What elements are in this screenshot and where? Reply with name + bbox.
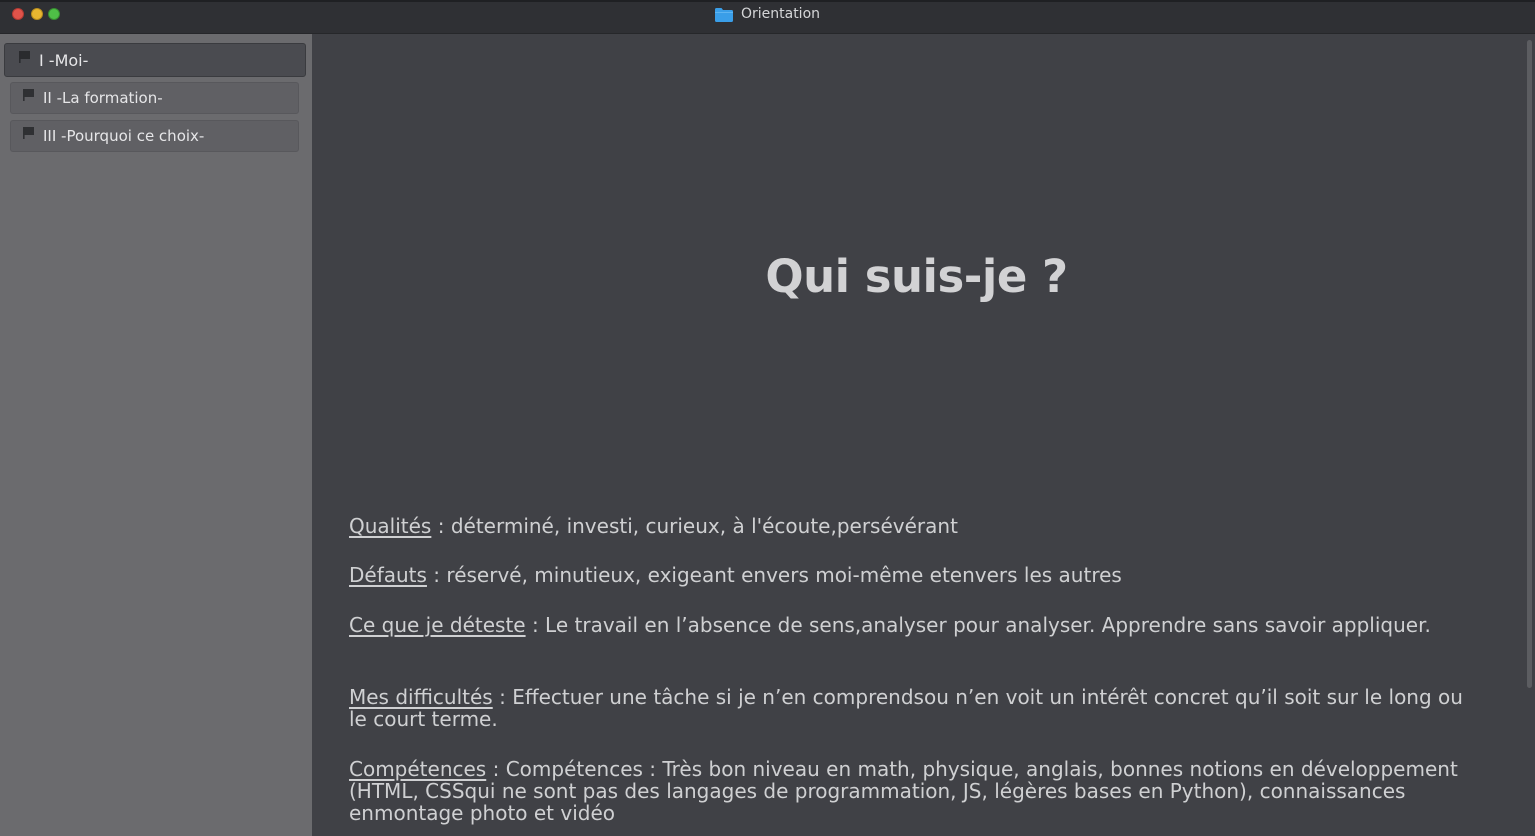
app-window: Orientation I -Moi- II -La formation- II… bbox=[0, 0, 1535, 836]
section-ce-que-je-deteste: Ce que je déteste : Le travail en l’abse… bbox=[349, 614, 1469, 636]
section-label: Ce que je déteste bbox=[349, 613, 526, 637]
section-defauts: Défauts : réservé, minutieux, exigeant e… bbox=[349, 564, 1469, 586]
title-bar[interactable]: Orientation bbox=[0, 0, 1535, 34]
vertical-scrollbar[interactable] bbox=[1527, 40, 1532, 688]
sidebar: I -Moi- II -La formation- III -Pourquoi … bbox=[0, 34, 312, 836]
folder-icon bbox=[714, 7, 733, 22]
section-label: Mes difficultés bbox=[349, 685, 493, 709]
section-qualites: Qualités : déterminé, investi, curieux, … bbox=[349, 515, 1469, 537]
maximize-window-button[interactable] bbox=[48, 8, 60, 20]
page-title: Qui suis-je ? bbox=[765, 250, 1068, 303]
sidebar-item-moi[interactable]: I -Moi- bbox=[4, 43, 306, 77]
section-text: : réservé, minutieux, exigeant envers mo… bbox=[426, 563, 1122, 587]
sidebar-item-label: I -Moi- bbox=[39, 50, 89, 70]
sidebar-item-label: II -La formation- bbox=[43, 89, 163, 107]
window-title: Orientation bbox=[740, 6, 821, 22]
section-text: : déterminé, investi, curieux, à l'écout… bbox=[431, 514, 958, 538]
sidebar-item-la-formation[interactable]: II -La formation- bbox=[10, 82, 299, 114]
close-window-button[interactable] bbox=[12, 8, 24, 20]
section-label: Défauts bbox=[349, 563, 427, 587]
title-bar-edge bbox=[0, 0, 1535, 2]
section-text: : Le travail en l’absence de sens,analys… bbox=[525, 613, 1431, 637]
section-mes-difficultes: Mes difficultés : Effectuer une tâche si… bbox=[349, 686, 1469, 730]
minimize-window-button[interactable] bbox=[31, 8, 43, 20]
bookmark-flag-icon bbox=[19, 51, 31, 63]
section-label: Qualités bbox=[349, 514, 432, 538]
section-text: : Compétences : Très bon niveau en math,… bbox=[349, 757, 1458, 825]
bookmark-flag-icon bbox=[23, 89, 35, 101]
bookmark-flag-icon bbox=[23, 127, 35, 139]
window-title-group: Orientation bbox=[0, 6, 1535, 22]
section-text: : Effectuer une tâche si je n’en compren… bbox=[349, 685, 1463, 731]
sidebar-item-pourquoi-ce-choix[interactable]: III -Pourquoi ce choix- bbox=[10, 120, 299, 152]
section-competences: Compétences : Compétences : Très bon niv… bbox=[349, 758, 1469, 824]
section-label: Compétences bbox=[349, 757, 487, 781]
sidebar-item-label: III -Pourquoi ce choix- bbox=[43, 127, 205, 145]
slide-content: Qui suis-je ? Qualités : déterminé, inve… bbox=[312, 34, 1535, 836]
